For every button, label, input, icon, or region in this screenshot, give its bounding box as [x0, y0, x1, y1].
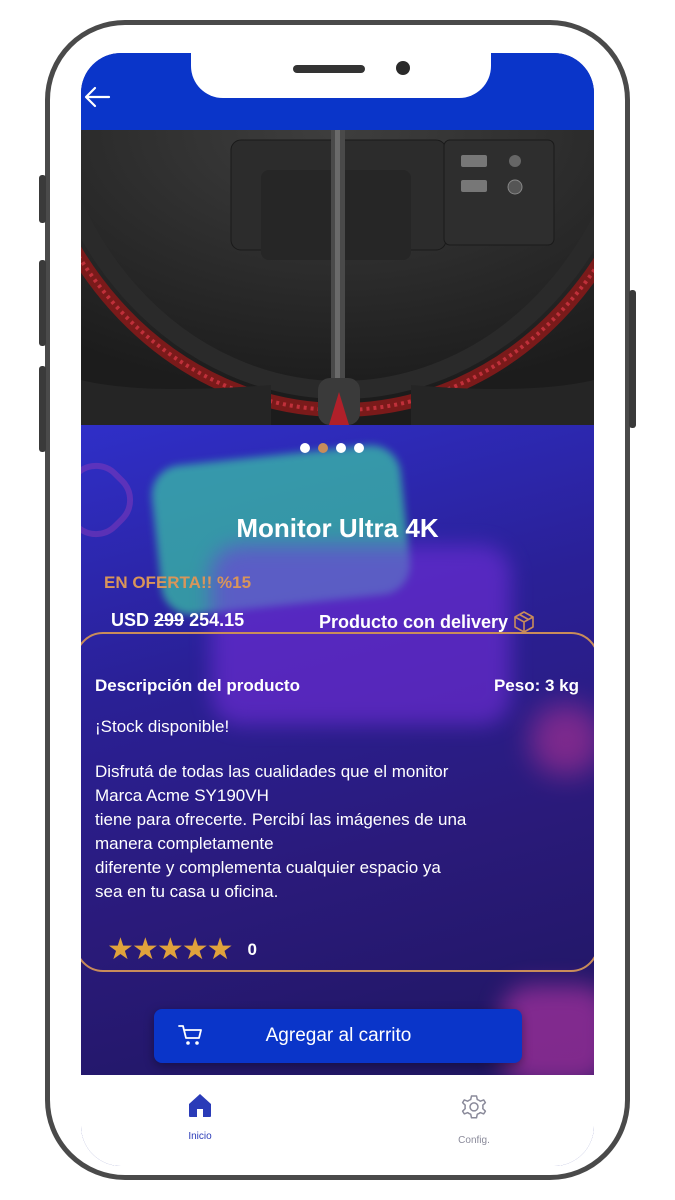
star-icon: ★ — [107, 933, 134, 966]
star-icon: ★ — [181, 933, 209, 966]
front-camera — [396, 61, 410, 75]
offer-badge: EN OFERTA!! %15 — [104, 573, 252, 592]
new-price: 254.15 — [189, 610, 245, 630]
price: USD 299 254.15 — [111, 610, 244, 631]
tab-home[interactable]: Inicio — [160, 1091, 240, 1142]
speaker-grille — [293, 65, 365, 73]
description-line: sea en tu casa u oficina. — [95, 882, 279, 901]
carousel-dots[interactable] — [300, 443, 364, 453]
star-icon: ★ — [206, 933, 234, 966]
phone-side-button-volume-down — [39, 366, 46, 452]
product-title: Monitor Ultra 4K — [236, 513, 439, 543]
weight-label: Peso: 3 kg — [493, 676, 579, 695]
star-icon: ★ — [156, 933, 184, 966]
phone-side-button-power — [629, 290, 636, 428]
phone-side-button-volume-up — [39, 260, 46, 346]
delivery-label: Producto con delivery — [319, 611, 509, 632]
rating-count: 0 — [247, 940, 257, 959]
add-to-cart-button[interactable]: Agregar al carrito — [154, 1009, 522, 1063]
old-price: 299 — [154, 610, 185, 630]
carousel-dot-3[interactable] — [336, 443, 346, 453]
tab-config[interactable]: Config. — [434, 1091, 514, 1146]
back-button[interactable] — [83, 83, 113, 111]
rating: ★ ★ ★ ★ ★ 0 — [107, 935, 257, 965]
description-title: Descripción del producto — [95, 676, 300, 695]
package-icon — [514, 611, 534, 633]
product-details: Monitor Ultra 4K EN OFERTA!! %15 USD 299… — [81, 425, 594, 1075]
description-text: Disfrutá de todas las cualidades que el … — [95, 760, 585, 904]
product-image-carousel[interactable] — [81, 130, 594, 425]
star-icon: ★ — [131, 933, 159, 966]
stock-status: ¡Stock disponible! — [95, 717, 230, 736]
description-line: diferente y complementa cualquier espaci… — [95, 858, 441, 877]
carousel-dot-1[interactable] — [300, 443, 310, 453]
arrow-left-icon — [84, 86, 111, 108]
carousel-dot-4[interactable] — [354, 443, 364, 453]
gear-icon — [461, 1095, 487, 1119]
monitor-back-image — [81, 130, 594, 425]
phone-side-button-silent — [39, 175, 46, 223]
phone-notch — [191, 53, 491, 98]
tab-home-label: Inicio — [188, 1131, 212, 1142]
tab-config-label: Config. — [458, 1135, 490, 1146]
description-line: tiene para ofrecerte. Percibí las imágen… — [95, 810, 467, 829]
carousel-dot-2[interactable] — [318, 443, 328, 453]
description-line: manera completamente — [95, 834, 274, 853]
app-screen: Monitor Ultra 4K EN OFERTA!! %15 USD 299… — [81, 53, 594, 1166]
delivery-info: Producto con delivery — [319, 610, 536, 634]
add-to-cart-label: Agregar al carrito — [265, 1025, 412, 1046]
bottom-tab-bar: Inicio Config. — [81, 1075, 594, 1166]
description-line: Disfrutá de todas las cualidades que el … — [95, 762, 449, 781]
home-icon — [189, 1094, 211, 1117]
price-currency: USD — [111, 610, 150, 630]
description-line: Marca Acme SY190VH — [95, 786, 269, 805]
